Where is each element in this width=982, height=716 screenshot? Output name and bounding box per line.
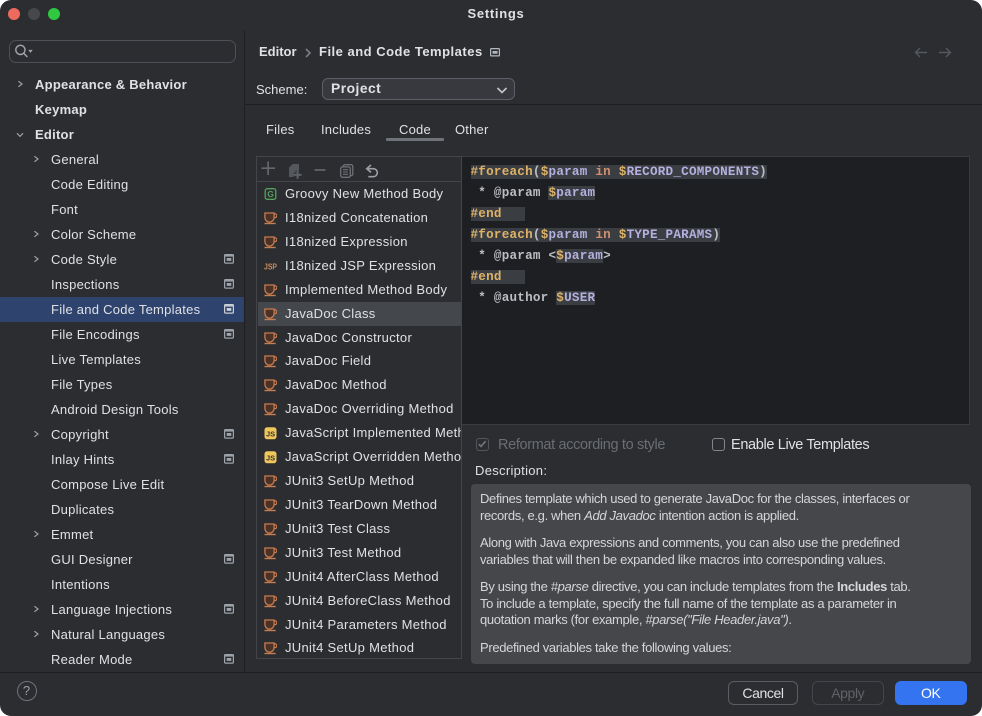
- svg-text:JS: JS: [266, 454, 275, 463]
- svg-text:G: G: [267, 189, 274, 199]
- svg-text:JSP: JSP: [264, 261, 277, 271]
- svg-text:JS: JS: [266, 430, 275, 439]
